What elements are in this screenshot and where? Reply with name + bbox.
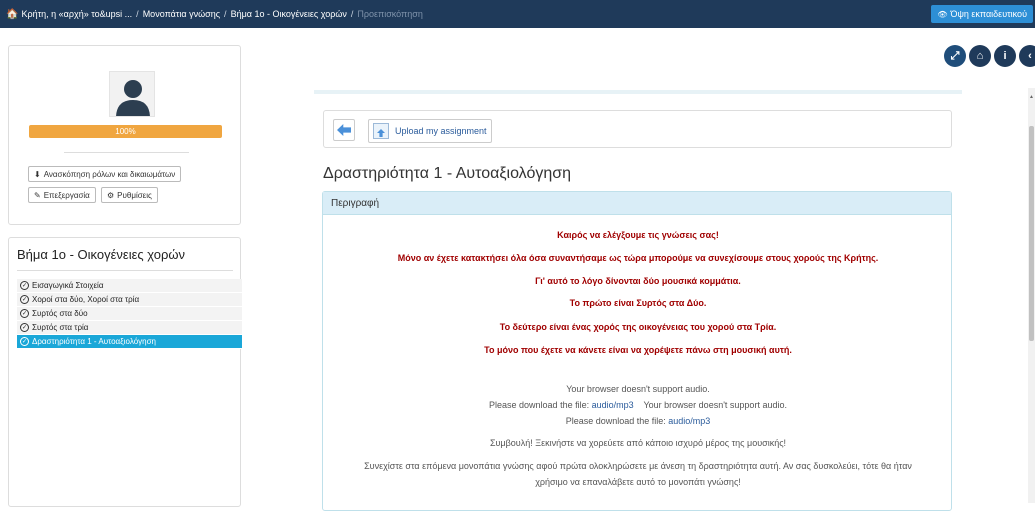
teacher-view-button[interactable]: 👁 Όψη εκπαιδευτικού (931, 5, 1033, 23)
sidebar-item-label: Συρτός στα τρία (32, 323, 89, 332)
back-button[interactable] (333, 119, 355, 141)
home-icon[interactable]: 🏠 (6, 9, 18, 20)
settings-button[interactable]: ⚙ Ρυθμίσεις (101, 187, 158, 203)
check-circle-icon: ✓ (20, 337, 29, 346)
audio-download-link[interactable]: audio/mp3 (592, 400, 634, 410)
sidebar-title: Βήμα 1ο - Οικογένειες χορών (17, 247, 186, 262)
description-panel: Περιγραφή Καιρός να ελέγξουμε τις γνώσει… (322, 191, 952, 511)
check-circle-icon: ✓ (20, 309, 29, 318)
audio-fallback-line: Please download the file: audio/mp3 (323, 416, 953, 426)
upload-assignment-label: Upload my assignment (395, 126, 487, 136)
audio-unsupported-text: Your browser doesn't support audio. (643, 400, 787, 410)
divider (17, 270, 233, 271)
breadcrumb: 🏠 Κρήτη, η «αρχή» το&upsi ... / Μονοπάτι… (0, 9, 423, 20)
breadcrumb-current: Προεπισκόπηση (357, 9, 423, 19)
breadcrumb-separator: / (224, 9, 227, 19)
progress-label: 100% (115, 127, 136, 136)
highlight-line: Το πρώτο είναι Συρτός στα Δύο. (569, 298, 707, 308)
continue-text: Συνεχίστε στα επόμενα μονοπάτια γνώσης α… (364, 461, 912, 471)
settings-button-label: Ρυθμίσεις (117, 190, 152, 200)
sidebar-item-syrtos-two[interactable]: ✓ Συρτός στα δύο (17, 307, 242, 321)
highlight-line: Καιρός να ελέγξουμε τις γνώσεις σας! (557, 230, 719, 240)
expand-icon[interactable]: ⤢ (944, 45, 966, 67)
edit-button[interactable]: ✎ Επεξεργασία (28, 187, 96, 203)
roles-button[interactable]: ⬇ Ανασκόπηση ρόλων και δικαιωμάτων (28, 166, 182, 182)
scrollbar-thumb[interactable] (1029, 126, 1034, 341)
upload-assignment-button[interactable]: Upload my assignment (368, 119, 492, 143)
highlight-line: Το μόνο που έχετε να κάνετε είναι να χορ… (484, 345, 792, 355)
audio-fallback-line: Please download the file: audio/mp3 Your… (323, 400, 953, 410)
description-header: Περιγραφή (323, 192, 951, 215)
breadcrumb-separator: / (136, 9, 139, 19)
roles-button-label: Ανασκόπηση ρόλων και δικαιωμάτων (43, 169, 176, 179)
highlight-line: Μόνο αν έχετε κατακτήσει όλα όσα συναντή… (397, 253, 879, 263)
breadcrumb-step[interactable]: Βήμα 1ο - Οικογένειες χορών (231, 9, 347, 19)
divider (64, 152, 189, 153)
content-top-rule (314, 90, 962, 94)
highlight-line: Γι' αυτό το λόγο δίνονται δύο μουσικά κο… (535, 276, 741, 286)
info-icon[interactable]: i (994, 45, 1016, 67)
step-sidebar: Βήμα 1ο - Οικογένειες χορών ✓ Εισαγωγικά… (8, 237, 242, 507)
sidebar-list: ✓ Εισαγωγικά Στοιχεία ✓ Χοροί στα δύο, Χ… (17, 279, 242, 349)
audio-download-link[interactable]: audio/mp3 (668, 416, 710, 426)
edit-button-label: Επεξεργασία (43, 190, 90, 200)
upload-icon (373, 123, 389, 139)
breadcrumb-learning-paths[interactable]: Μονοπάτια γνώσης (143, 9, 220, 19)
activity-toolbar: Upload my assignment (323, 110, 952, 148)
page-actions: ⤢ ⌂ i ‹ (944, 45, 1035, 67)
sidebar-item-activity-1[interactable]: ✓ Δραστηριότητα 1 - Αυτοαξιολόγηση (17, 335, 242, 349)
check-circle-icon: ✓ (20, 323, 29, 332)
user-avatar-icon (116, 80, 150, 116)
gear-icon: ⚙ (107, 190, 115, 200)
check-circle-icon: ✓ (20, 281, 29, 290)
eye-icon: 👁 (937, 9, 948, 19)
breadcrumb-course[interactable]: Κρήτη, η «αρχή» το&upsi ... (21, 9, 132, 19)
download-prefix: Please download the file: (489, 400, 590, 410)
user-avatar-icon (109, 71, 155, 117)
sidebar-item-label: Εισαγωγικά Στοιχεία (32, 281, 104, 290)
advice-text: Συμβουλή! Ξεκινήστε να χορεύετε από κάπο… (489, 438, 787, 448)
chevron-left-icon[interactable]: ‹ (1019, 45, 1035, 67)
scroll-up-arrow[interactable]: ▲ (1029, 94, 1034, 100)
top-navbar: 🏠 Κρήτη, η «αρχή» το&upsi ... / Μονοπάτι… (0, 0, 1035, 28)
audio-unsupported-text: Your browser doesn't support audio. (566, 384, 710, 394)
profile-panel: 100% ⬇ Ανασκόπηση ρόλων και δικαιωμάτων … (8, 45, 241, 225)
pencil-icon: ✎ (34, 190, 41, 200)
sidebar-item-syrtos-three[interactable]: ✓ Συρτός στα τρία (17, 321, 242, 335)
check-circle-icon: ✓ (20, 295, 29, 304)
highlight-line: Το δεύτερο είναι ένας χορός της οικογένε… (499, 322, 777, 332)
page-scrollbar[interactable]: ▲ (1028, 88, 1035, 503)
sidebar-item-label: Συρτός στα δύο (32, 309, 88, 318)
sidebar-item-intro[interactable]: ✓ Εισαγωγικά Στοιχεία (17, 279, 242, 293)
download-prefix: Please download the file: (565, 416, 666, 426)
sidebar-item-label: Χοροί στα δύο, Χοροί στα τρία (32, 295, 140, 304)
sidebar-item-dances-two-three[interactable]: ✓ Χοροί στα δύο, Χοροί στα τρία (17, 293, 242, 307)
breadcrumb-separator: / (350, 9, 354, 19)
page-title: Δραστηριότητα 1 - Αυτοαξιολόγηση (323, 165, 572, 182)
progress-bar: 100% (29, 125, 222, 138)
back-arrow-icon (337, 124, 351, 136)
sidebar-item-label: Δραστηριότητα 1 - Αυτοαξιολόγηση (32, 337, 157, 346)
home-icon[interactable]: ⌂ (969, 45, 991, 67)
continue-text: χρήσιμο να επαναλάβετε αυτό το μονοπάτι … (535, 477, 741, 487)
download-person-icon: ⬇ (34, 169, 41, 179)
teacher-view-label: Όψη εκπαιδευτικού (950, 9, 1027, 19)
